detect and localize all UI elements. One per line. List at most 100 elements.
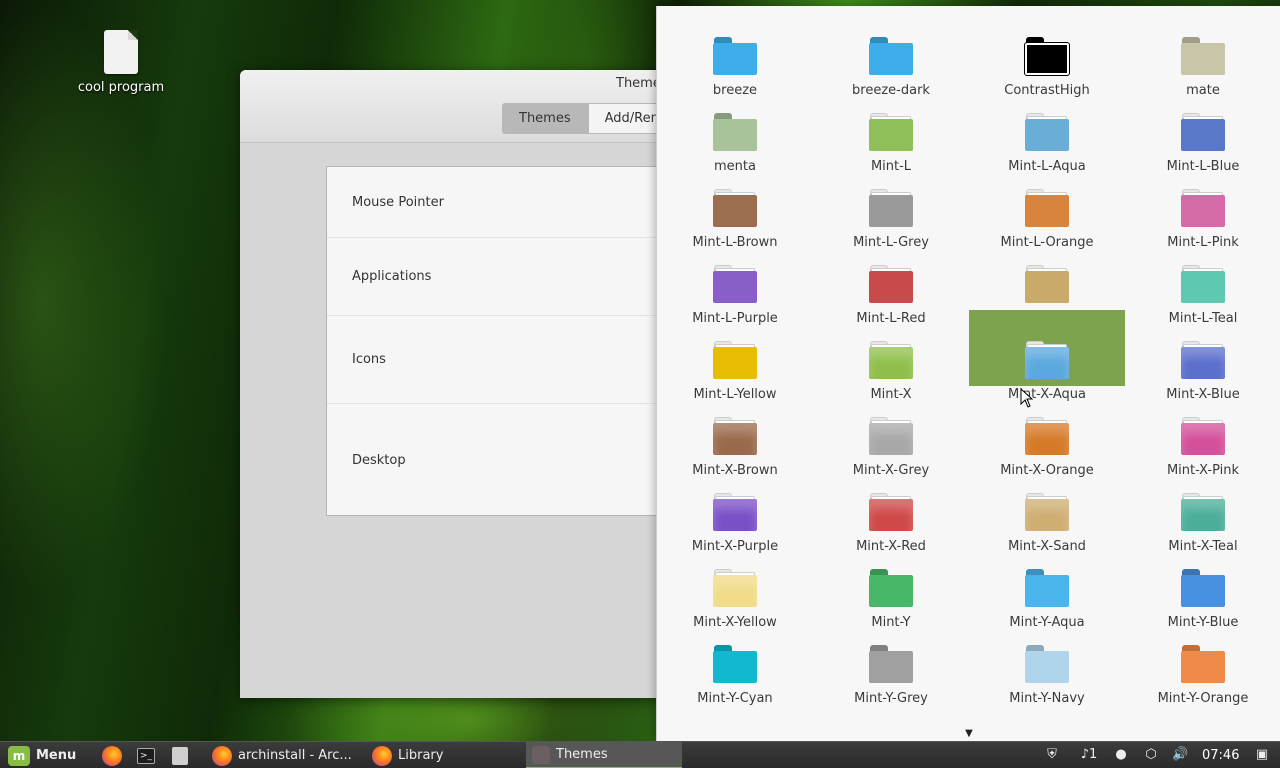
icon-theme-mint-y-grey[interactable]: Mint-Y-Grey xyxy=(813,614,969,706)
icon-theme-mint-l-blue[interactable]: Mint-L-Blue xyxy=(1125,82,1280,174)
icon-theme-mint-x-purple[interactable]: Mint-X-Purple xyxy=(657,462,813,554)
folder-icon xyxy=(869,341,913,379)
menu-button[interactable]: m Menu xyxy=(8,742,76,768)
folder-icon xyxy=(869,113,913,151)
folder-icon xyxy=(1024,37,1070,76)
icon-theme-mint-x-teal[interactable]: Mint-X-Teal xyxy=(1125,462,1280,554)
launcher-firefox[interactable] xyxy=(102,742,122,768)
icon-theme-breeze-dark[interactable]: breeze-dark xyxy=(813,6,969,98)
clock[interactable]: 07:46 xyxy=(1202,742,1239,768)
icon-theme-mint-x-sand[interactable]: Mint-X-Sand xyxy=(969,462,1125,554)
folder-icon xyxy=(1025,341,1069,379)
icon-theme-mint-x-blue[interactable]: Mint-X-Blue xyxy=(1125,310,1280,402)
icon-theme-contrasthigh[interactable]: ContrastHigh xyxy=(969,6,1125,98)
icon-theme-mint-l[interactable]: Mint-L xyxy=(813,82,969,174)
tab-themes[interactable]: Themes xyxy=(502,103,588,134)
notifications-icon[interactable]: ♪1 xyxy=(1076,747,1102,763)
icon-theme-label: Mint-Y-Grey xyxy=(854,691,928,706)
icon-theme-mint-l-sand[interactable]: Mint-L-Sand xyxy=(969,234,1125,326)
icon-theme-mint-l-teal[interactable]: Mint-L-Teal xyxy=(1125,234,1280,326)
row-label: Desktop xyxy=(352,452,406,468)
files-icon xyxy=(172,746,188,765)
icon-theme-label: Mint-Y-Navy xyxy=(1009,691,1085,706)
task-archinstall[interactable]: archinstall - Arc... xyxy=(204,742,366,768)
row-applications[interactable]: Applications xyxy=(327,238,670,316)
folder-icon xyxy=(713,265,757,303)
folder-icon xyxy=(869,265,913,303)
terminal-icon: >_ xyxy=(137,747,155,764)
row-desktop[interactable]: Desktop xyxy=(327,404,670,516)
icon-theme-mint-x-pink[interactable]: Mint-X-Pink xyxy=(1125,386,1280,478)
icon-theme-mint-x[interactable]: Mint-X xyxy=(813,310,969,402)
icon-theme-mint-x-orange[interactable]: Mint-X-Orange xyxy=(969,386,1125,478)
icon-theme-mint-y-orange[interactable]: Mint-Y-Orange xyxy=(1125,614,1280,706)
notification-count: 1 xyxy=(1089,747,1098,762)
folder-icon xyxy=(713,113,757,151)
icon-theme-mint-y-blue[interactable]: Mint-Y-Blue xyxy=(1125,538,1280,630)
icon-theme-menta[interactable]: menta xyxy=(657,82,813,174)
icon-theme-mint-x-brown[interactable]: Mint-X-Brown xyxy=(657,386,813,478)
folder-icon xyxy=(869,645,913,683)
icon-theme-mate[interactable]: mate xyxy=(1125,6,1280,98)
icon-theme-mint-y-aqua[interactable]: Mint-Y-Aqua xyxy=(969,538,1125,630)
row-mouse-pointer[interactable]: Mouse Pointer xyxy=(327,167,670,238)
mint-logo-icon: m xyxy=(8,745,30,766)
icon-theme-mint-y-cyan[interactable]: Mint-Y-Cyan xyxy=(657,614,813,706)
folder-icon xyxy=(1181,189,1225,227)
shield-icon[interactable]: ⛨ xyxy=(1044,747,1060,763)
icon-theme-mint-y[interactable]: Mint-Y xyxy=(813,538,969,630)
icon-theme-mint-l-orange[interactable]: Mint-L-Orange xyxy=(969,158,1125,250)
folder-icon xyxy=(1181,113,1225,151)
icon-theme-mint-l-purple[interactable]: Mint-L-Purple xyxy=(657,234,813,326)
firefox-icon xyxy=(372,745,392,766)
folder-icon xyxy=(713,189,757,227)
folder-icon xyxy=(1025,417,1069,455)
folder-icon xyxy=(1025,569,1069,607)
desktop-icon-cool-program[interactable]: cool program xyxy=(78,30,164,95)
icon-theme-mint-y-navy[interactable]: Mint-Y-Navy xyxy=(969,614,1125,706)
icon-theme-mint-x-red[interactable]: Mint-X-Red xyxy=(813,462,969,554)
user-icon[interactable]: ● xyxy=(1113,747,1129,763)
icon-theme-mint-l-pink[interactable]: Mint-L-Pink xyxy=(1125,158,1280,250)
icon-theme-mint-l-yellow[interactable]: Mint-L-Yellow xyxy=(657,310,813,402)
file-icon xyxy=(104,30,138,74)
row-icons[interactable]: Icons xyxy=(327,316,670,404)
folder-icon xyxy=(1181,645,1225,683)
folder-icon xyxy=(713,417,757,455)
icon-theme-mint-l-grey[interactable]: Mint-L-Grey xyxy=(813,158,969,250)
firefox-icon xyxy=(212,745,232,766)
folder-icon xyxy=(1181,265,1225,303)
volume-icon[interactable]: 🔊 xyxy=(1172,747,1188,763)
icon-theme-chooser: breeze breeze-dark ContrastHigh mate menta Mi… xyxy=(656,6,1280,742)
folder-icon xyxy=(1181,569,1225,607)
folder-icon xyxy=(713,37,757,75)
icon-theme-label: Mint-Y-Cyan xyxy=(697,691,773,706)
task-themes[interactable]: Themes xyxy=(526,742,682,768)
folder-icon xyxy=(1025,265,1069,303)
icon-theme-mint-x-aqua[interactable]: Mint-X-Aqua xyxy=(969,310,1125,402)
show-desktop-icon[interactable]: ▣ xyxy=(1254,747,1270,763)
task-label: Library xyxy=(398,748,444,763)
folder-icon xyxy=(869,189,913,227)
folder-icon xyxy=(1025,113,1069,151)
network-icon[interactable]: ⬡ xyxy=(1143,747,1159,763)
row-label: Icons xyxy=(352,352,386,367)
task-label: archinstall - Arc... xyxy=(238,748,352,763)
folder-icon xyxy=(1181,417,1225,455)
theme-settings-panel: Mouse Pointer Applications Icons Desktop xyxy=(326,166,670,516)
icon-theme-mint-l-red[interactable]: Mint-L-Red xyxy=(813,234,969,326)
row-label: Mouse Pointer xyxy=(352,194,444,210)
icon-theme-mint-x-yellow[interactable]: Mint-X-Yellow xyxy=(657,538,813,630)
folder-icon xyxy=(869,493,913,531)
folder-icon xyxy=(1181,341,1225,379)
icon-theme-breeze[interactable]: breeze xyxy=(657,6,813,98)
launcher-files[interactable] xyxy=(172,742,188,768)
scroll-down-arrow-icon[interactable]: ▼ xyxy=(963,728,975,740)
folder-icon xyxy=(713,493,757,531)
icon-theme-mint-l-brown[interactable]: Mint-L-Brown xyxy=(657,158,813,250)
icon-theme-mint-l-aqua[interactable]: Mint-L-Aqua xyxy=(969,82,1125,174)
icon-theme-mint-x-grey[interactable]: Mint-X-Grey xyxy=(813,386,969,478)
desktop-icon-label: cool program xyxy=(77,80,165,95)
task-library[interactable]: Library xyxy=(366,742,526,768)
launcher-terminal[interactable]: >_ xyxy=(137,742,155,768)
